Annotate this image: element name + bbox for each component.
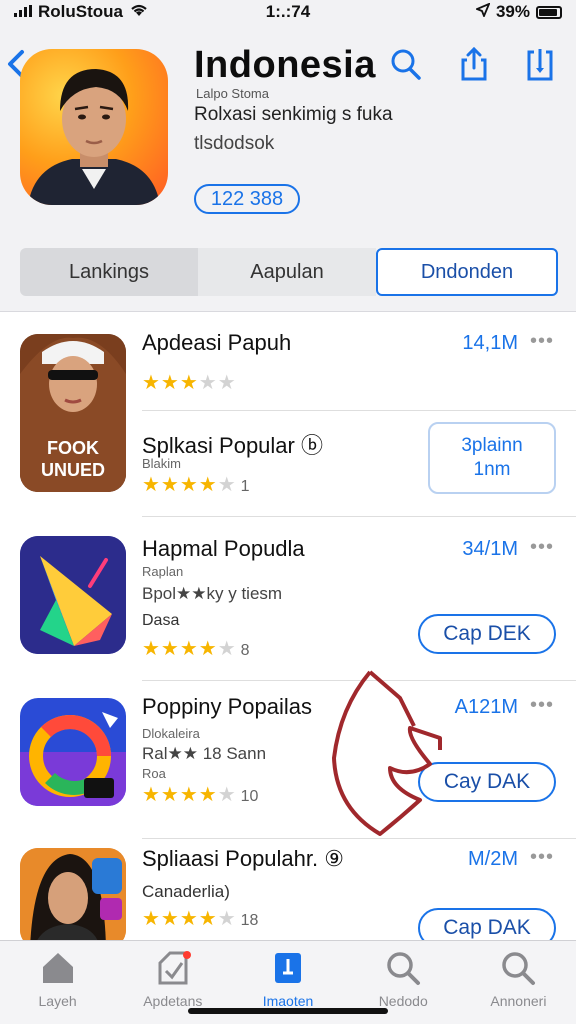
rating-stars: ★★★★★ 1 bbox=[142, 474, 250, 496]
item-subtitle-2: Bpol★★ky y tiesm bbox=[142, 584, 283, 603]
divider bbox=[142, 838, 576, 839]
tab-label: Nedodo bbox=[378, 993, 428, 1009]
list-item[interactable]: Splkasi Popular ⓑ Blakim ★★★★★ 1 3plainn … bbox=[0, 412, 576, 516]
item-title: Spliaasi Populahr. ⑨ bbox=[142, 846, 344, 871]
get-button[interactable]: 3plainn 1nm bbox=[428, 422, 556, 494]
divider bbox=[142, 680, 576, 681]
status-bar: RoluStoua 1:.:74 39% bbox=[0, 0, 576, 24]
app-icon-portrait bbox=[20, 49, 168, 205]
app-subtitle: Rolxasi senkimig s fuka bbox=[194, 104, 393, 125]
featured-icon bbox=[275, 953, 301, 983]
list-item[interactable]: Hapmal Popudla 34/1M ••• Raplan Bpol★★ky… bbox=[0, 518, 576, 674]
item-title: Poppiny Popailas bbox=[142, 694, 313, 719]
list-item[interactable]: Spliaasi Populahr. ⑨ M/2M ••• Canaderlia… bbox=[0, 840, 576, 940]
home-icon bbox=[42, 953, 73, 983]
segmented-control: Lankings Aapulan Dndonden bbox=[20, 248, 558, 296]
item-size: M/2M bbox=[468, 848, 518, 870]
item-badge: ⑨ bbox=[324, 846, 344, 871]
carrier-name: RoluStoua bbox=[38, 2, 123, 21]
item-subtitle: Raplan bbox=[142, 564, 184, 579]
app-category: tlsdodsok bbox=[194, 133, 275, 154]
segment-popular[interactable]: Aapulan bbox=[198, 248, 376, 296]
rating-stars: ★★★★★ 18 bbox=[142, 908, 259, 930]
more-icon[interactable]: ••• bbox=[530, 536, 554, 559]
app-icon-colorful bbox=[20, 536, 126, 654]
item-subtitle: Canaderlia) bbox=[142, 882, 230, 901]
rating-stars: ★★★★★ 10 bbox=[142, 784, 259, 806]
more-icon[interactable]: ••• bbox=[530, 330, 554, 353]
home-indicator[interactable] bbox=[188, 1008, 388, 1014]
app-header: Indonesia Lalpo Stoma Rolxasi senkimig s… bbox=[0, 24, 576, 312]
divider bbox=[142, 410, 576, 411]
more-icon[interactable]: ••• bbox=[530, 694, 554, 717]
item-title: Apdeasi Papuh bbox=[142, 330, 292, 355]
signal-icon bbox=[14, 2, 32, 22]
item-badge: ⓑ bbox=[301, 433, 324, 458]
segment-downloaded[interactable]: Dndonden bbox=[376, 248, 558, 296]
tab-search-2[interactable]: Annoneri bbox=[461, 941, 576, 1024]
rating-stars: ★★★★★ bbox=[142, 372, 237, 394]
battery-icon bbox=[536, 5, 562, 19]
app-icon-logo bbox=[20, 698, 126, 806]
item-size: 14,1M bbox=[462, 332, 518, 354]
share-icon[interactable] bbox=[458, 46, 490, 82]
divider bbox=[142, 516, 576, 517]
item-subtitle-3: Roa bbox=[142, 766, 166, 781]
count-pill[interactable]: 122 388 bbox=[194, 184, 300, 214]
item-size: 34/1M bbox=[462, 538, 518, 560]
item-subtitle: Dlokaleira bbox=[142, 726, 200, 741]
wifi-icon bbox=[129, 2, 149, 22]
app-developer: Lalpo Stoma bbox=[196, 86, 269, 101]
item-subtitle-2: Ral★★ 18 Sann bbox=[142, 744, 267, 763]
status-right: 39% bbox=[474, 2, 562, 22]
item-title: Hapmal Popudla bbox=[142, 536, 305, 561]
download-icon[interactable] bbox=[524, 46, 556, 82]
app-icon-woman bbox=[20, 848, 126, 940]
search-icon[interactable] bbox=[389, 46, 421, 82]
item-size: A121M bbox=[454, 696, 518, 718]
rating-stars: ★★★★★ 8 bbox=[142, 638, 250, 660]
tab-label: Annoneri bbox=[490, 993, 547, 1009]
more-icon[interactable]: ••• bbox=[530, 846, 554, 869]
item-subtitle: Blakim bbox=[142, 456, 182, 471]
get-button[interactable]: Cay DAK bbox=[418, 762, 556, 802]
segment-rankings[interactable]: Lankings bbox=[20, 248, 198, 296]
list-item[interactable]: Poppiny Popailas A121M ••• Dlokaleira Ra… bbox=[0, 682, 576, 838]
battery-percent: 39% bbox=[495, 2, 530, 21]
location-icon bbox=[474, 2, 491, 22]
search-icon bbox=[502, 952, 536, 985]
app-list: Apdeasi Papuh 14,1M ••• ★★★★★ FOOK UNUED… bbox=[0, 312, 576, 940]
app-title: Indonesia bbox=[194, 44, 376, 86]
tab-label: Apdetans bbox=[143, 993, 203, 1009]
status-left: RoluStoua bbox=[14, 2, 149, 22]
item-subtitle-3: Dasa bbox=[142, 612, 180, 629]
search-icon bbox=[387, 952, 421, 985]
tab-label: Layeh bbox=[38, 993, 77, 1009]
tab-label: Imaoten bbox=[262, 993, 314, 1009]
get-button[interactable]: Cap DEK bbox=[418, 614, 556, 654]
tab-home[interactable]: Layeh bbox=[0, 941, 115, 1024]
get-button[interactable]: Cap DAK bbox=[418, 908, 556, 940]
